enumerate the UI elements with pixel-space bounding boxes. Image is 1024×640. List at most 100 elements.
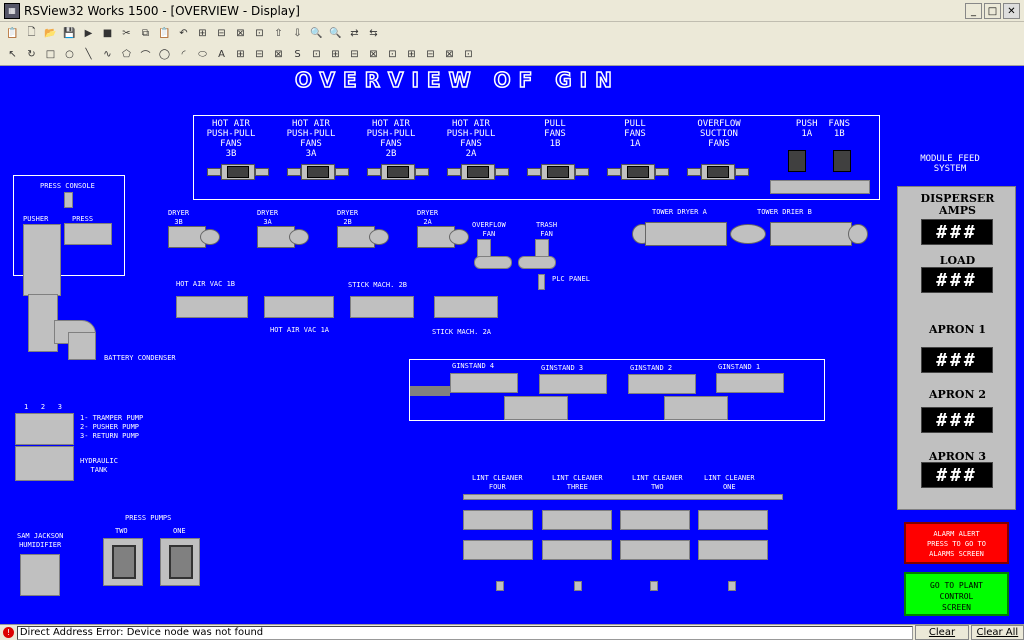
ginstand-2[interactable] — [628, 374, 696, 394]
tower-drier-b[interactable] — [770, 222, 852, 246]
standard-tool-button-10[interactable]: ⊞ — [194, 25, 211, 42]
standard-tool-button-8[interactable]: 📋 — [156, 25, 173, 42]
hydraulic-tank[interactable] — [15, 446, 74, 481]
hot-air-vac-1b[interactable] — [176, 296, 248, 318]
stick-machine-2a[interactable] — [434, 296, 498, 318]
standard-tool-button-4[interactable]: ▶ — [80, 25, 97, 42]
drawing-tool-button-13[interactable]: ⊟ — [251, 46, 268, 63]
lint-cleaner-one-motor[interactable] — [728, 581, 736, 591]
lint-flue-left[interactable] — [504, 396, 568, 420]
standard-tool-button-18[interactable]: ⇄ — [346, 25, 363, 42]
ginstand-3[interactable] — [539, 374, 607, 394]
press-pump-two[interactable] — [103, 538, 143, 586]
hydraulic-pumps[interactable] — [15, 413, 74, 445]
fan-2b-icon[interactable] — [367, 160, 429, 182]
standard-tool-button-17[interactable]: 🔍 — [327, 25, 344, 42]
drawing-tool-button-20[interactable]: ⊡ — [384, 46, 401, 63]
drawing-tool-button-22[interactable]: ⊟ — [422, 46, 439, 63]
standard-tool-button-13[interactable]: ⊡ — [251, 25, 268, 42]
lint-cleaner-three-motor[interactable] — [574, 581, 582, 591]
standard-tool-button-11[interactable]: ⊟ — [213, 25, 230, 42]
tower-dryer-a[interactable] — [645, 222, 727, 246]
dryer-2a-label: DRYER 2A — [417, 209, 439, 226]
standard-tool-button-16[interactable]: 🔍 — [308, 25, 325, 42]
lint-cleaner-four-upper[interactable] — [463, 510, 533, 530]
drawing-tool-button-4[interactable]: ╲ — [80, 46, 97, 63]
fan-pull-1b-icon[interactable] — [527, 160, 589, 182]
drawing-tool-button-18[interactable]: ⊟ — [346, 46, 363, 63]
drawing-tool-button-10[interactable]: ⬭ — [194, 46, 211, 63]
drawing-tool-button-5[interactable]: ∿ — [99, 46, 116, 63]
lint-cleaner-one-lower[interactable] — [698, 540, 768, 560]
lint-cleaner-four-lower[interactable] — [463, 540, 533, 560]
maximize-button[interactable]: □ — [984, 3, 1001, 19]
ginstand-1[interactable] — [716, 373, 784, 393]
standard-tool-button-7[interactable]: ⧉ — [137, 25, 154, 42]
tower-dryer-coupler — [730, 224, 766, 244]
app-icon[interactable]: ▦ — [4, 2, 20, 19]
humidifier-unit[interactable] — [20, 554, 60, 596]
drawing-tool-button-14[interactable]: ⊠ — [270, 46, 287, 63]
standard-tool-button-9[interactable]: ↶ — [175, 25, 192, 42]
close-button[interactable]: ✕ — [1003, 3, 1020, 19]
overflow-fan-icon[interactable] — [474, 256, 512, 269]
lint-cleaner-two-lower[interactable] — [620, 540, 690, 560]
standard-tool-button-2[interactable]: 📂 — [42, 25, 59, 42]
ginstand-4[interactable] — [450, 373, 518, 393]
drawing-tool-button-9[interactable]: ◜ — [175, 46, 192, 63]
drawing-tool-button-23[interactable]: ⊠ — [441, 46, 458, 63]
drawing-tool-button-1[interactable]: ↻ — [23, 46, 40, 63]
pusher-unit[interactable] — [23, 224, 61, 296]
minimize-button[interactable]: _ — [965, 3, 982, 19]
drawing-tool-button-8[interactable]: ◯ — [156, 46, 173, 63]
push-fan-1a-icon[interactable] — [788, 150, 806, 172]
standard-tool-button-12[interactable]: ⊠ — [232, 25, 249, 42]
stick-machine-2b[interactable] — [350, 296, 414, 318]
clear-all-button[interactable]: Clear All — [970, 625, 1024, 640]
trash-fan-icon[interactable] — [518, 256, 556, 269]
standard-tool-button-19[interactable]: ⇆ — [365, 25, 382, 42]
lint-cleaner-four-motor[interactable] — [496, 581, 504, 591]
drawing-tool-button-24[interactable]: ⊡ — [460, 46, 477, 63]
fan-3a-icon[interactable] — [287, 160, 349, 182]
drawing-tool-button-19[interactable]: ⊠ — [365, 46, 382, 63]
plc-panel-box[interactable] — [538, 274, 545, 290]
press-console-switch[interactable] — [64, 192, 73, 208]
drawing-tool-button-17[interactable]: ⊞ — [327, 46, 344, 63]
drawing-tool-button-21[interactable]: ⊞ — [403, 46, 420, 63]
standard-tool-button-0[interactable]: 📋 — [4, 25, 21, 42]
fan-2a-icon[interactable] — [447, 160, 509, 182]
standard-tool-button-5[interactable]: ■ — [99, 25, 116, 42]
fan-3b-icon[interactable] — [207, 160, 269, 182]
hot-air-vac-1a[interactable] — [264, 296, 334, 318]
go-to-plant-control-button[interactable]: GO TO PLANT CONTROL SCREEN — [904, 572, 1009, 616]
fan-overflow-icon[interactable] — [687, 160, 749, 182]
drawing-tool-button-12[interactable]: ⊞ — [232, 46, 249, 63]
drawing-tool-button-15[interactable]: S — [289, 46, 306, 63]
standard-tool-button-14[interactable]: ⇧ — [270, 25, 287, 42]
standard-tool-button-3[interactable]: 💾 — [61, 25, 78, 42]
clear-button[interactable]: Clear — [915, 625, 969, 640]
press-unit[interactable] — [64, 223, 112, 245]
battery-condenser-unit[interactable] — [68, 332, 96, 360]
lint-cleaner-three-upper[interactable] — [542, 510, 612, 530]
push-fan-1b-icon[interactable] — [833, 150, 851, 172]
standard-tool-button-1[interactable]: 🗋 — [23, 25, 40, 42]
fan-pull-1a-icon[interactable] — [607, 160, 669, 182]
lint-cleaner-two-upper[interactable] — [620, 510, 690, 530]
standard-tool-button-6[interactable]: ✂ — [118, 25, 135, 42]
lint-flue-right[interactable] — [664, 396, 728, 420]
drawing-tool-button-3[interactable]: ○ — [61, 46, 78, 63]
drawing-tool-button-0[interactable]: ↖ — [4, 46, 21, 63]
alarm-alert-button[interactable]: ALARM ALERT PRESS TO GO TO ALARMS SCREEN — [904, 522, 1009, 564]
lint-cleaner-three-lower[interactable] — [542, 540, 612, 560]
lint-cleaner-two-motor[interactable] — [650, 581, 658, 591]
press-pump-one[interactable] — [160, 538, 200, 586]
lint-cleaner-one-upper[interactable] — [698, 510, 768, 530]
drawing-tool-button-7[interactable]: ⌒ — [137, 46, 154, 63]
drawing-tool-button-11[interactable]: A — [213, 46, 230, 63]
standard-tool-button-15[interactable]: ⇩ — [289, 25, 306, 42]
drawing-tool-button-6[interactable]: ⬠ — [118, 46, 135, 63]
drawing-tool-button-16[interactable]: ⊡ — [308, 46, 325, 63]
drawing-tool-button-2[interactable]: □ — [42, 46, 59, 63]
